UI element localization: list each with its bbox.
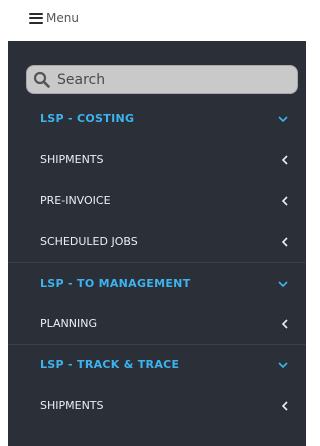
menu-toggle-button[interactable]: Menu (29, 11, 79, 25)
nav-item-shipments-track[interactable]: SHIPMENTS (8, 385, 306, 426)
nav-item-label: SHIPMENTS (40, 153, 104, 166)
chevron-left-icon (282, 318, 288, 329)
search-bar (26, 65, 298, 94)
chevron-down-icon (278, 280, 288, 287)
search-input[interactable] (55, 70, 279, 89)
nav-item-planning[interactable]: PLANNING (8, 303, 306, 344)
menu-label: Menu (46, 11, 79, 25)
section-title: LSP - COSTING (40, 112, 135, 125)
chevron-down-icon (278, 361, 288, 368)
section-title: LSP - TO MANAGEMENT (40, 277, 191, 290)
nav-item-label: PLANNING (40, 317, 97, 330)
nav-item-shipments[interactable]: SHIPMENTS (8, 139, 306, 180)
chevron-left-icon (282, 236, 288, 247)
nav-item-pre-invoice[interactable]: PRE-INVOICE (8, 180, 306, 221)
nav-item-label: PRE-INVOICE (40, 194, 111, 207)
search-icon (33, 71, 50, 88)
chevron-left-icon (282, 400, 288, 411)
chevron-down-icon (278, 115, 288, 122)
hamburger-icon (29, 12, 43, 24)
search-box[interactable] (26, 65, 298, 94)
section-lsp-costing[interactable]: LSP - COSTING (8, 98, 306, 139)
section-lsp-track-and-trace[interactable]: LSP - TRACK & TRACE (8, 344, 306, 385)
nav-item-scheduled-jobs[interactable]: SCHEDULED JOBS (8, 221, 306, 262)
nav-item-label: SHIPMENTS (40, 399, 104, 412)
chevron-left-icon (282, 154, 288, 165)
section-lsp-to-management[interactable]: LSP - TO MANAGEMENT (8, 263, 306, 304)
top-bar: Menu (0, 0, 306, 41)
sidebar-nav: LSP - COSTING SHIPMENTS PRE-INVOICE SCHE… (8, 41, 306, 446)
chevron-left-icon (282, 195, 288, 206)
nav-item-label: SCHEDULED JOBS (40, 235, 138, 248)
section-title: LSP - TRACK & TRACE (40, 358, 180, 371)
